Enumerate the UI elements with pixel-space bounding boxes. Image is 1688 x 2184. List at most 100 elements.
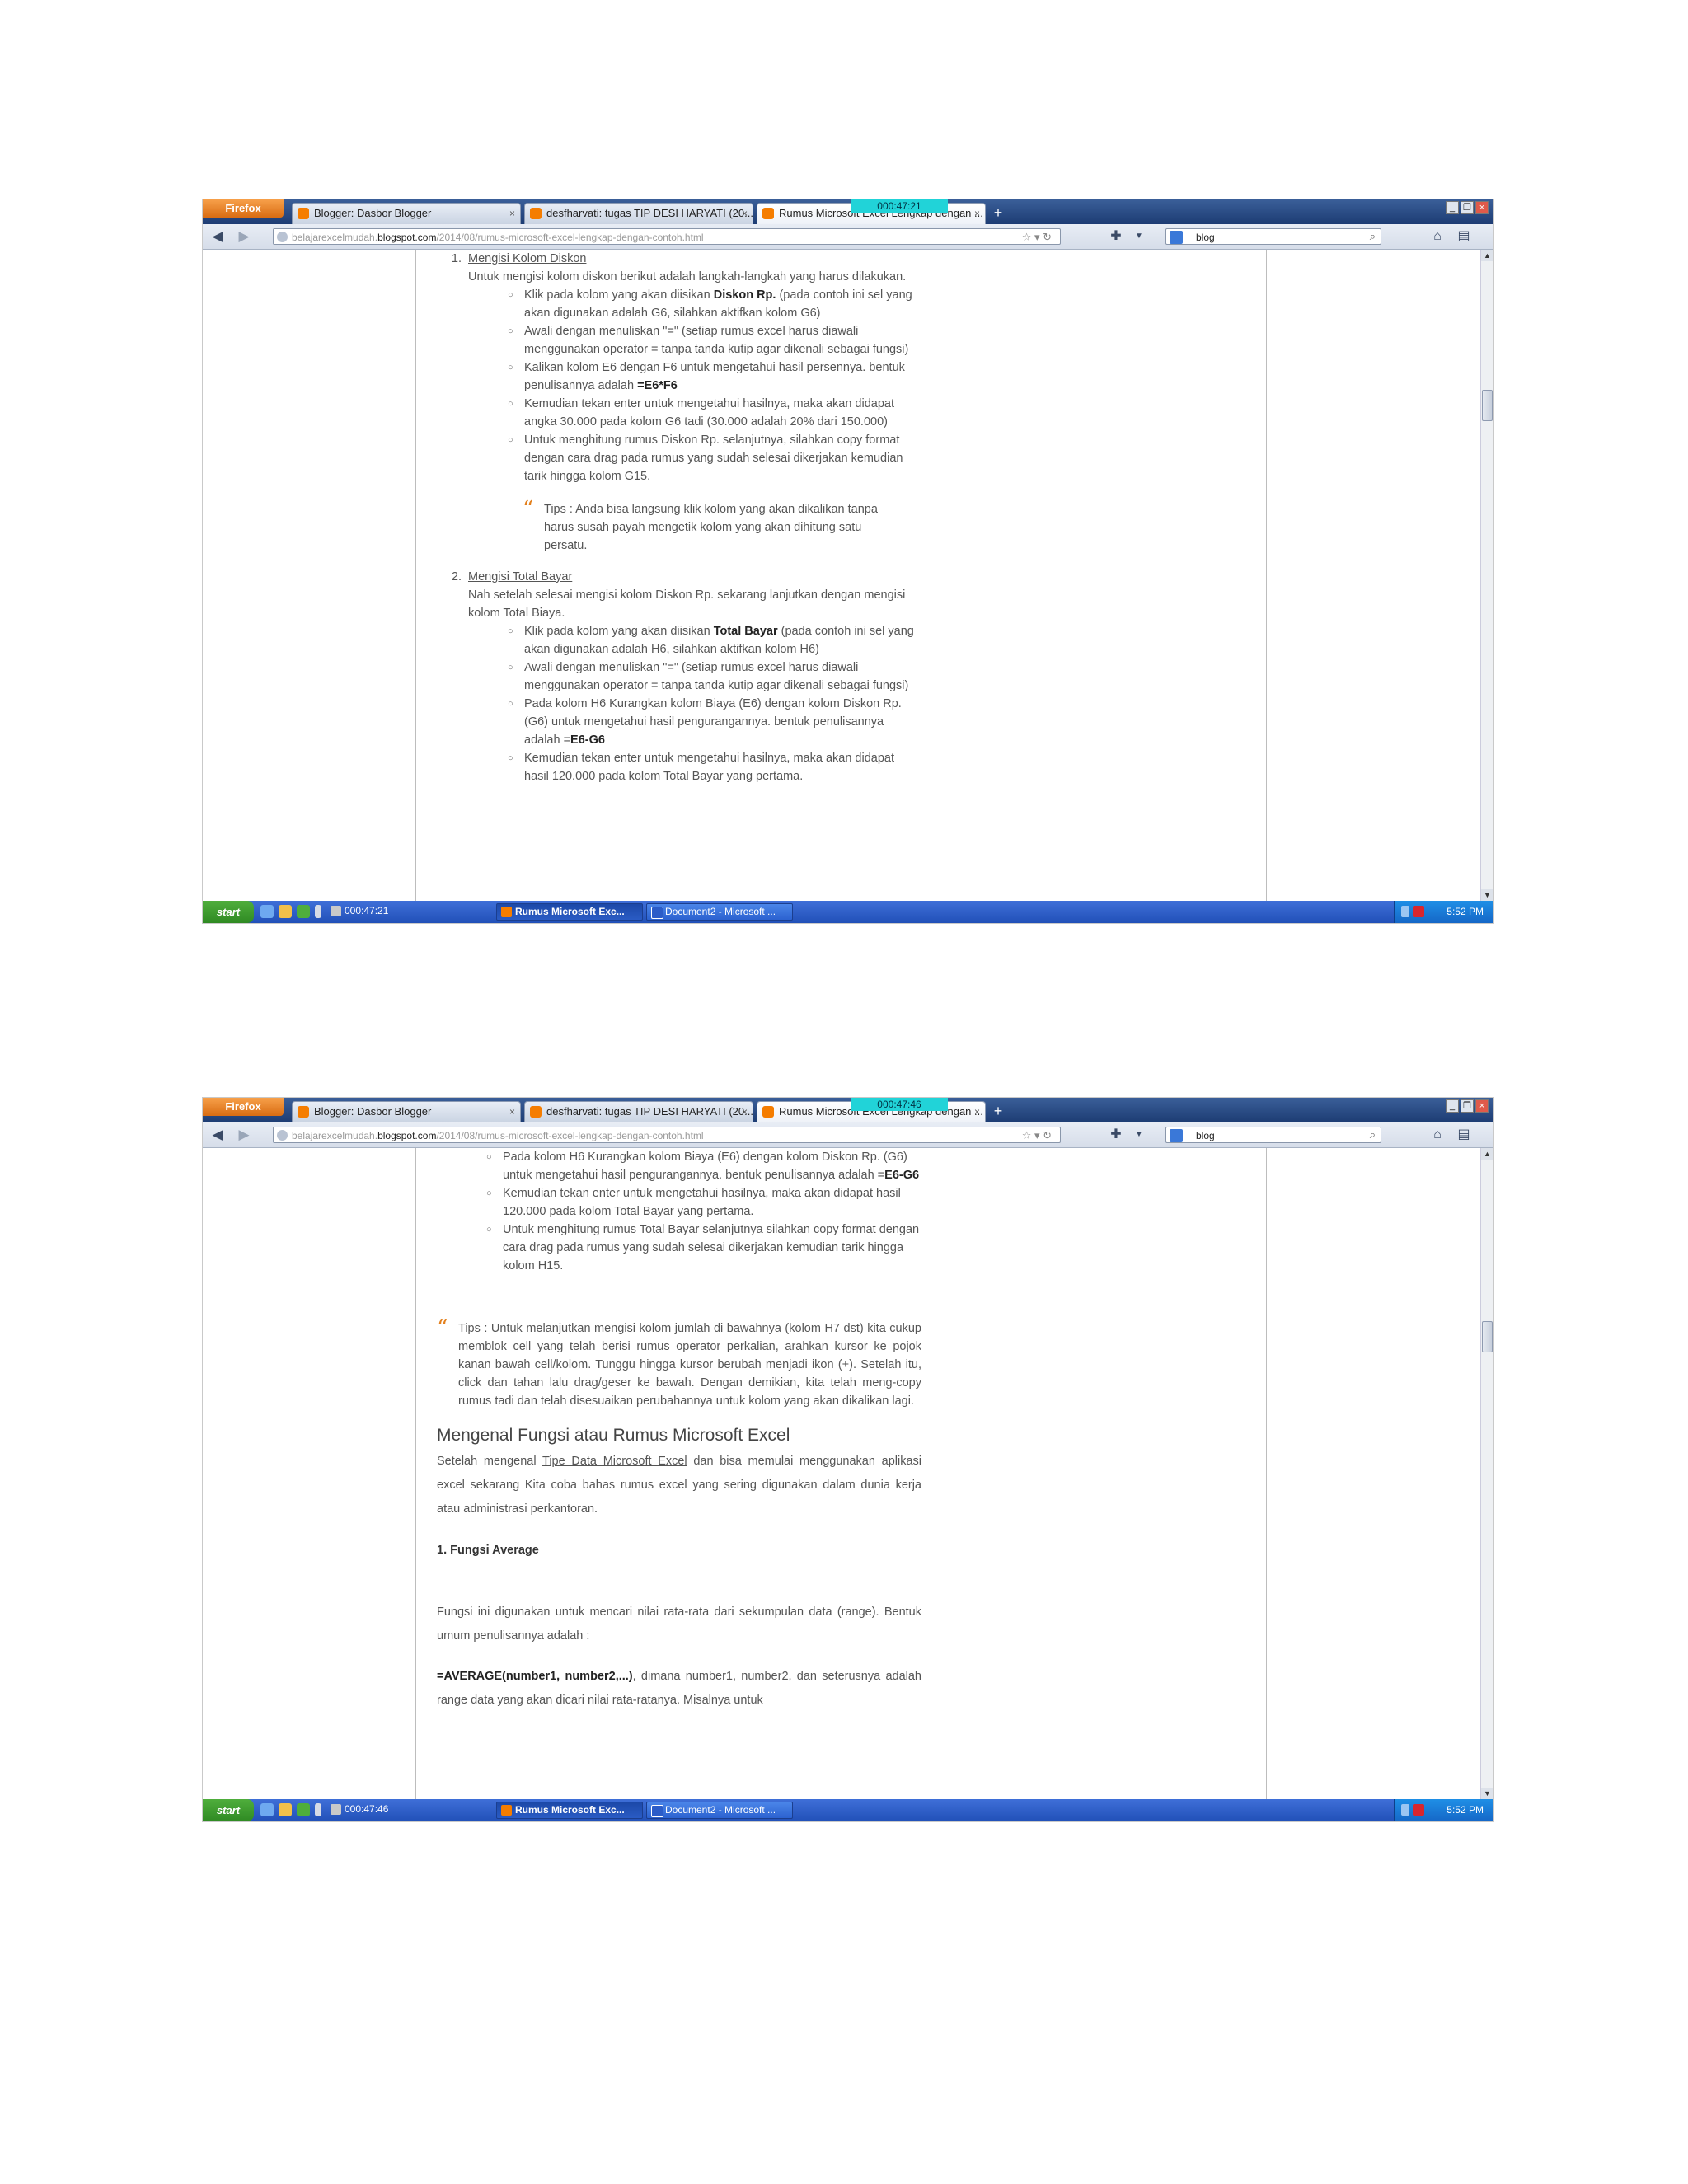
list-item: Pada kolom H6 Kurangkan kolom Biaya (E6)… [486, 1148, 921, 1184]
task-timer[interactable]: 000:47:46 [326, 1802, 491, 1819]
tray-chevron-icon[interactable] [1401, 1804, 1409, 1816]
recording-timer: 000:47:46 [851, 1098, 948, 1111]
clock[interactable]: 5:52 PM [1447, 901, 1484, 923]
site-identity-icon[interactable] [277, 232, 288, 242]
step-text: Klik pada kolom yang akan diisikan [524, 625, 714, 638]
addon-icon[interactable]: ✚ [1106, 1126, 1126, 1144]
search-value: blog [1196, 1130, 1215, 1141]
column-divider [415, 250, 416, 901]
recorder-icon [331, 1804, 341, 1815]
quote-icon: “ [523, 497, 534, 522]
tipe-data-link[interactable]: Tipe Data Microsoft Excel [542, 1455, 687, 1468]
addon-icon[interactable]: ✚ [1106, 227, 1126, 246]
forward-arrow-icon[interactable]: ▶ [234, 227, 254, 246]
new-tab-button[interactable]: + [989, 204, 1007, 223]
scroll-up-arrow-icon[interactable]: ▲ [1481, 1148, 1493, 1160]
firefox-menu-button[interactable]: Firefox [203, 199, 284, 218]
scrollbar-thumb[interactable] [1482, 390, 1493, 421]
scroll-down-arrow-icon[interactable]: ▼ [1481, 1788, 1493, 1799]
tips-text: Tips : Anda bisa langsung klik kolom yan… [544, 503, 878, 552]
vertical-scrollbar[interactable]: ▲ ▼ [1480, 250, 1493, 901]
step-bold: Total Bayar [713, 625, 778, 638]
url-path: /2014/08/rumus-microsoft-excel-lengkap-d… [436, 232, 704, 243]
folder-icon[interactable] [279, 905, 292, 918]
tray-chevron-icon[interactable] [1401, 906, 1409, 917]
address-bar[interactable]: belajarexcelmudah.blogspot.com/2014/08/r… [273, 1127, 1061, 1143]
start-button[interactable]: start [203, 1799, 254, 1821]
security-icon[interactable] [1413, 1804, 1424, 1816]
tab-blogger[interactable]: Blogger: Dasbor Blogger × [292, 203, 521, 224]
restore-button[interactable]: ❐ [1461, 1099, 1474, 1113]
list-item: Kemudian tekan enter untuk mengetahui ha… [508, 749, 918, 785]
close-icon[interactable]: × [742, 204, 748, 223]
search-input[interactable]: blog ⌕ [1165, 228, 1381, 245]
chevron-down-icon[interactable]: ▼ [1129, 227, 1149, 246]
menu-icon[interactable]: ▤ [1454, 227, 1474, 246]
new-tab-button[interactable]: + [989, 1103, 1007, 1121]
system-tray: 5:52 PM [1394, 1799, 1493, 1821]
scrollbar-thumb[interactable] [1482, 1321, 1493, 1352]
site-identity-icon[interactable] [277, 1130, 288, 1141]
navigation-bar: ◀ ▶ belajarexcelmudah.blogspot.com/2014/… [203, 1122, 1493, 1148]
close-icon[interactable]: × [974, 1102, 980, 1122]
article-body: Pada kolom H6 Kurangkan kolom Biaya (E6)… [417, 1148, 921, 1713]
chevron-icon[interactable] [315, 1803, 321, 1816]
folder-icon[interactable] [279, 1803, 292, 1816]
bookmark-star-icon[interactable]: ☆ ▾ ↻ [1022, 229, 1052, 244]
close-window-button[interactable]: × [1475, 201, 1489, 214]
clock[interactable]: 5:52 PM [1447, 1799, 1484, 1821]
task-browser[interactable]: Rumus Microsoft Exc... [496, 903, 643, 921]
close-icon[interactable]: × [509, 204, 515, 223]
bookmark-star-icon[interactable]: ☆ ▾ ↻ [1022, 1127, 1052, 1142]
restore-button[interactable]: ❐ [1461, 201, 1474, 214]
show-desktop-icon[interactable] [260, 1803, 274, 1816]
minimize-button[interactable]: _ [1446, 201, 1459, 214]
search-icon[interactable]: ⌕ [1370, 1127, 1376, 1143]
tab-desfharvati[interactable]: desfharvati: tugas TIP DESI HARYATI (20.… [524, 203, 753, 224]
close-icon[interactable]: × [742, 1102, 748, 1122]
task-browser[interactable]: Rumus Microsoft Exc... [496, 1802, 643, 1819]
scroll-down-arrow-icon[interactable]: ▼ [1481, 889, 1493, 901]
word-icon [651, 1805, 663, 1817]
column-divider [1266, 1148, 1267, 1799]
step-heading[interactable]: Mengisi Total Bayar [468, 568, 918, 586]
close-icon[interactable]: × [974, 204, 980, 223]
address-bar[interactable]: belajarexcelmudah.blogspot.com/2014/08/r… [273, 228, 1061, 245]
search-icon[interactable]: ⌕ [1370, 228, 1376, 245]
task-word[interactable]: Document2 - Microsoft ... [646, 903, 793, 921]
step-bold: =E6*F6 [637, 379, 678, 392]
chevron-icon[interactable] [315, 905, 321, 918]
task-word[interactable]: Document2 - Microsoft ... [646, 1802, 793, 1819]
tips-quote: “ Tips : Anda bisa langsung klik kolom y… [523, 497, 898, 555]
security-icon[interactable] [1413, 906, 1424, 917]
section-title: Mengenal Fungsi atau Rumus Microsoft Exc… [437, 1426, 790, 1445]
step-text: Kemudian tekan enter untuk mengetahui ha… [524, 752, 894, 783]
task-timer[interactable]: 000:47:21 [326, 903, 491, 921]
media-icon[interactable] [297, 905, 310, 918]
search-engine-icon[interactable] [1170, 231, 1183, 244]
home-icon[interactable]: ⌂ [1428, 1126, 1447, 1144]
chevron-down-icon[interactable]: ▼ [1129, 1126, 1149, 1144]
search-input[interactable]: blog ⌕ [1165, 1127, 1381, 1143]
firefox-menu-button[interactable]: Firefox [203, 1098, 284, 1116]
menu-icon[interactable]: ▤ [1454, 1126, 1474, 1144]
back-arrow-icon[interactable]: ◀ [208, 1126, 227, 1144]
media-icon[interactable] [297, 1803, 310, 1816]
home-icon[interactable]: ⌂ [1428, 227, 1447, 246]
show-desktop-icon[interactable] [260, 905, 274, 918]
step-heading[interactable]: Mengisi Kolom Diskon [468, 250, 918, 268]
vertical-scrollbar[interactable]: ▲ ▼ [1480, 1148, 1493, 1799]
minimize-button[interactable]: _ [1446, 1099, 1459, 1113]
article-body: Mengisi Kolom Diskon Untuk mengisi kolom… [432, 250, 918, 785]
close-icon[interactable]: × [509, 1102, 515, 1122]
start-button[interactable]: start [203, 901, 254, 923]
tab-desfharvati[interactable]: desfharvati: tugas TIP DESI HARYATI (20.… [524, 1101, 753, 1122]
back-arrow-icon[interactable]: ◀ [208, 227, 227, 246]
scroll-up-arrow-icon[interactable]: ▲ [1481, 250, 1493, 261]
search-engine-icon[interactable] [1170, 1129, 1183, 1142]
page-content: Pada kolom H6 Kurangkan kolom Biaya (E6)… [203, 1148, 1480, 1799]
tab-blogger[interactable]: Blogger: Dasbor Blogger × [292, 1101, 521, 1122]
close-window-button[interactable]: × [1475, 1099, 1489, 1113]
step-intro: Untuk mengisi kolom diskon berikut adala… [468, 270, 907, 284]
forward-arrow-icon[interactable]: ▶ [234, 1126, 254, 1144]
